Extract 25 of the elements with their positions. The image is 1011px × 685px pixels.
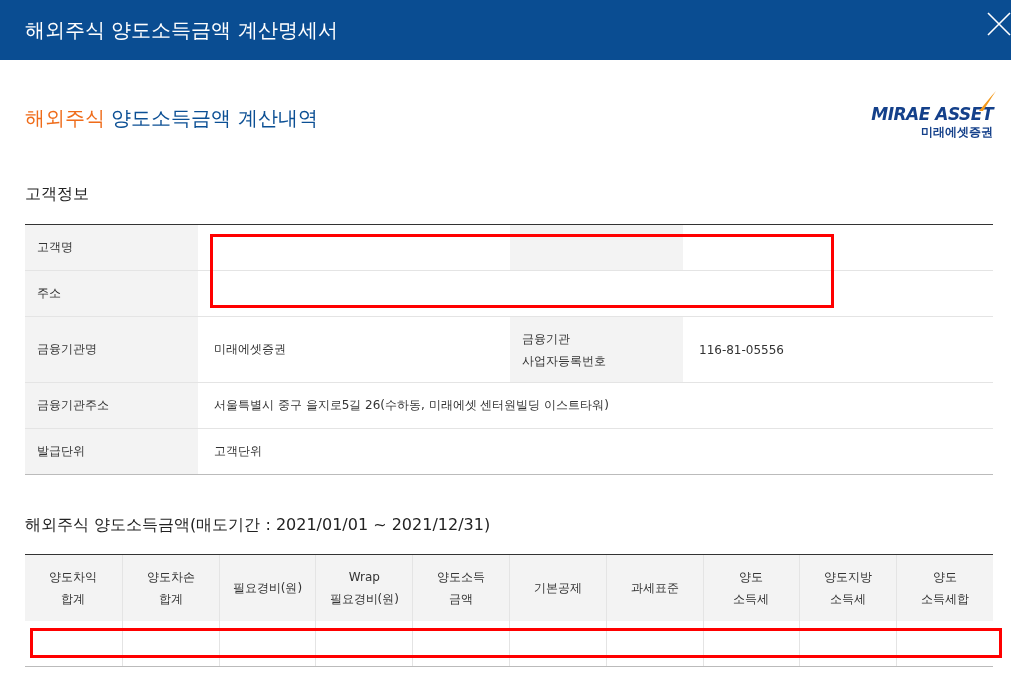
field-value: 서울특별시 중구 을지로5길 26(수하동, 미래에셋 센터원빌딩 이스트타워) <box>214 397 609 414</box>
window-title: 해외주식 양도소득금액 계산명세서 <box>25 16 338 44</box>
column-header: Wrap 필요경비(원) <box>315 555 413 621</box>
column-header: 양도소득 금액 <box>412 555 509 621</box>
section-title: 고객정보 <box>25 184 90 205</box>
field-value: 미래에셋증권 <box>214 341 286 358</box>
field-label: 발급단위 <box>25 429 198 474</box>
column-header: 양도 소득세합 <box>896 555 993 621</box>
page-heading: 해외주식 양도소득금액 계산내역 <box>25 104 318 132</box>
field-label: 주소 <box>25 271 198 316</box>
column-header: 양도차손 합계 <box>121 555 219 621</box>
field-label: 금융기관주소 <box>25 383 198 428</box>
field-label: 고객명 <box>25 225 198 270</box>
close-icon[interactable] <box>987 12 1011 36</box>
column-header: 과세표준 <box>605 555 703 621</box>
field-label: 금융기관명 <box>25 317 198 382</box>
column-header: 필요경비(원) <box>218 555 316 621</box>
field-value: 116-81-05556 <box>699 342 784 357</box>
column-header: 양도 소득세 <box>702 555 800 621</box>
column-header: 양도지방 소득세 <box>799 555 897 621</box>
field-label: 금융기관 사업자등록번호 <box>510 317 683 382</box>
column-header: 기본공제 <box>509 555 606 621</box>
column-header: 양도차익 합계 <box>48 569 99 608</box>
field-value: 고객단위 <box>214 443 262 460</box>
section-title: 해외주식 양도소득금액(매도기간 : 2021/01/01 ~ 2021/12/31) <box>25 515 492 536</box>
